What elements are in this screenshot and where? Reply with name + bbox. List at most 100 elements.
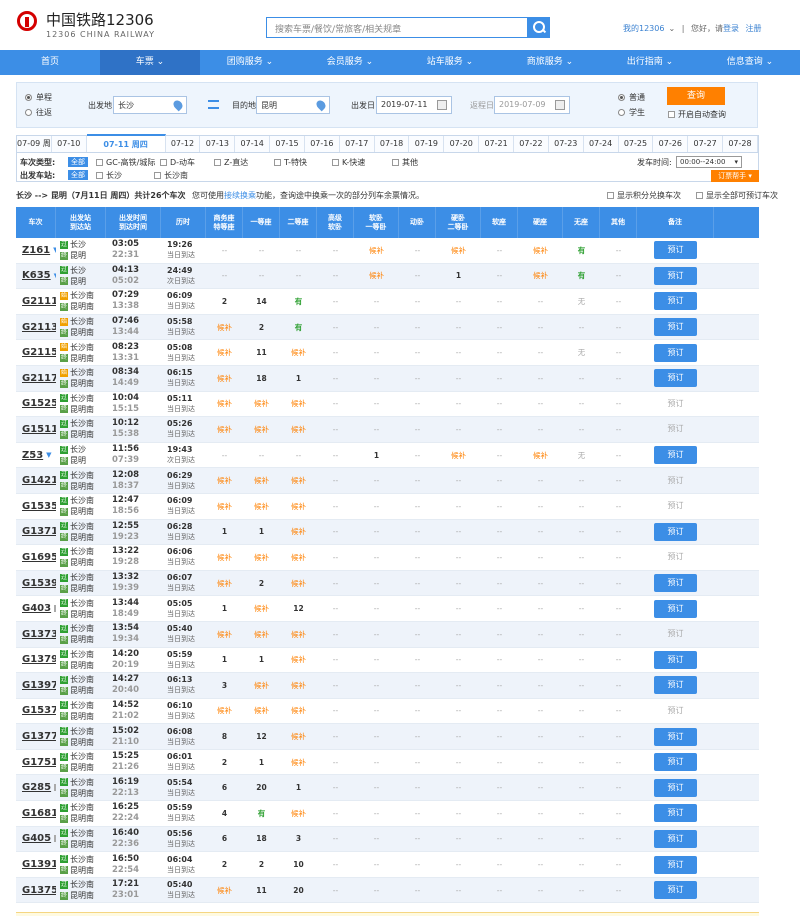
location-pin-icon[interactable] — [171, 98, 185, 112]
seat-availability[interactable]: 候补 — [533, 246, 548, 255]
to-station[interactable]: 昆明南 — [70, 661, 94, 670]
date-tab[interactable]: 07-11 周四 — [86, 134, 166, 152]
auto-query-checkbox[interactable]: 开启自动查询 — [668, 109, 726, 120]
to-station[interactable]: 昆明南 — [70, 584, 94, 593]
depart-date-input[interactable]: 2019-07-11 — [376, 96, 452, 114]
from-station-input[interactable]: 长沙 — [113, 96, 187, 114]
seat-availability[interactable]: 候补 — [291, 399, 306, 408]
train-number-link[interactable]: G2117 — [22, 373, 56, 384]
to-station[interactable]: 昆明南 — [70, 712, 94, 721]
from-station[interactable]: 长沙南 — [70, 829, 94, 838]
seat-availability[interactable]: 候补 — [254, 553, 269, 562]
to-station[interactable]: 昆明南 — [70, 686, 94, 695]
from-station[interactable]: 长沙南 — [70, 778, 94, 787]
seat-availability[interactable]: 候补 — [291, 579, 306, 588]
from-station[interactable]: 长沙 — [70, 445, 86, 454]
train-type-checkbox[interactable]: D-动车 — [160, 157, 195, 168]
to-station[interactable]: 昆明南 — [70, 763, 94, 772]
to-station[interactable]: 昆明南 — [70, 405, 94, 414]
depart-time-select[interactable]: 00:00--24:00 ▾ — [676, 156, 742, 168]
to-station[interactable]: 昆明南 — [70, 610, 94, 619]
seat-availability[interactable]: 候补 — [217, 502, 232, 511]
date-tab[interactable]: 07-23 — [548, 136, 584, 152]
seat-availability[interactable]: 候补 — [291, 553, 306, 562]
seat-availability[interactable]: 候补 — [451, 246, 466, 255]
column-header[interactable]: 历时 — [161, 207, 206, 238]
login-link[interactable]: 登录 — [723, 24, 739, 33]
book-button[interactable]: 预订 — [654, 318, 697, 337]
date-tab[interactable]: 07-19 — [409, 136, 445, 152]
book-button[interactable]: 预订 — [654, 676, 697, 695]
to-station[interactable]: 昆明南 — [70, 482, 94, 491]
to-station[interactable]: 昆明 — [70, 277, 86, 286]
nav-item[interactable]: 信息查询 ⌄ — [700, 50, 800, 75]
nav-item[interactable]: 首页 — [0, 50, 100, 75]
train-number-link[interactable]: G403 — [22, 603, 51, 614]
seat-availability[interactable]: 候补 — [254, 476, 269, 485]
to-station[interactable]: 昆明南 — [70, 840, 94, 849]
points-train-checkbox[interactable]: 显示积分兑换车次 — [607, 190, 681, 201]
from-station[interactable]: 长沙南 — [70, 547, 94, 556]
date-tab[interactable]: 07-26 — [653, 136, 689, 152]
seat-availability[interactable]: 候补 — [291, 758, 306, 767]
station-checkbox[interactable]: 长沙南 — [154, 170, 188, 181]
date-tab[interactable]: 07-21 — [479, 136, 514, 152]
from-station[interactable]: 长沙南 — [70, 880, 94, 889]
seat-availability[interactable]: 候补 — [451, 451, 466, 460]
book-button[interactable]: 预订 — [654, 804, 697, 823]
from-station[interactable]: 长沙南 — [70, 522, 94, 531]
train-number-link[interactable]: G2113 — [22, 322, 56, 333]
seat-availability[interactable]: 候补 — [254, 502, 269, 511]
train-type-checkbox[interactable]: GC-高铁/城际 — [96, 157, 155, 168]
book-button[interactable]: 预订 — [654, 829, 697, 848]
seat-availability[interactable]: 候补 — [254, 399, 269, 408]
date-tab[interactable]: 07-13 — [200, 136, 236, 152]
seat-availability[interactable]: 候补 — [291, 425, 306, 434]
search-icon[interactable] — [528, 17, 550, 38]
book-button[interactable]: 预订 — [654, 241, 697, 260]
train-number-link[interactable]: G1373 — [22, 629, 56, 640]
book-button[interactable]: 预订 — [654, 343, 697, 362]
seat-availability[interactable]: 候补 — [217, 374, 232, 383]
column-header[interactable]: 出发站 到达站 — [56, 207, 106, 238]
to-station[interactable]: 昆明 — [70, 251, 86, 260]
train-number-link[interactable]: G1695 — [22, 552, 56, 563]
train-type-all-button[interactable]: 全部 — [68, 157, 88, 167]
to-station[interactable]: 昆明南 — [70, 738, 94, 747]
nav-item[interactable]: 商旅服务 ⌄ — [500, 50, 600, 75]
seat-availability[interactable]: 候补 — [254, 425, 269, 434]
book-button[interactable]: 预订 — [654, 446, 697, 465]
to-station[interactable]: 昆明南 — [70, 866, 94, 875]
from-station[interactable]: 长沙南 — [70, 496, 94, 505]
train-number-link[interactable]: G2111 — [22, 296, 56, 307]
train-number-link[interactable]: G405 — [22, 833, 51, 844]
train-number-link[interactable]: G1511 — [22, 424, 56, 435]
train-type-checkbox[interactable]: K-快速 — [332, 157, 365, 168]
book-button[interactable]: 预订 — [654, 292, 697, 311]
nav-item[interactable]: 会员服务 ⌄ — [300, 50, 400, 75]
train-number-link[interactable]: G1379 — [22, 654, 56, 665]
train-number-link[interactable]: G1377 — [22, 731, 56, 742]
date-tab[interactable]: 07-10 — [51, 136, 87, 152]
seat-availability[interactable]: 候补 — [291, 476, 306, 485]
to-station[interactable]: 昆明南 — [70, 354, 94, 363]
date-tab[interactable]: 07-14 — [235, 136, 271, 152]
seat-availability[interactable]: 候补 — [217, 425, 232, 434]
to-station[interactable]: 昆明 — [70, 456, 86, 465]
train-number-link[interactable]: Z161 — [22, 245, 50, 256]
seat-availability[interactable]: 候补 — [217, 553, 232, 562]
date-tab[interactable]: 07-24 — [583, 136, 619, 152]
train-number-link[interactable]: K635 — [22, 270, 51, 281]
bookable-train-checkbox[interactable]: 显示全部可预订车次 — [696, 190, 778, 201]
train-number-link[interactable]: G1751 — [22, 757, 56, 768]
train-number-link[interactable]: G1391 — [22, 859, 56, 870]
calendar-icon[interactable] — [437, 100, 447, 110]
seat-availability[interactable]: 候补 — [369, 246, 384, 255]
seat-availability[interactable]: 候补 — [217, 886, 232, 895]
date-tab[interactable]: 07-15 — [270, 136, 305, 152]
calendar-icon[interactable] — [555, 100, 565, 110]
train-number-link[interactable]: G1525 — [22, 398, 56, 409]
to-station[interactable]: 昆明南 — [70, 558, 94, 567]
seat-availability[interactable]: 候补 — [254, 604, 269, 613]
from-station[interactable]: 长沙南 — [70, 291, 94, 300]
